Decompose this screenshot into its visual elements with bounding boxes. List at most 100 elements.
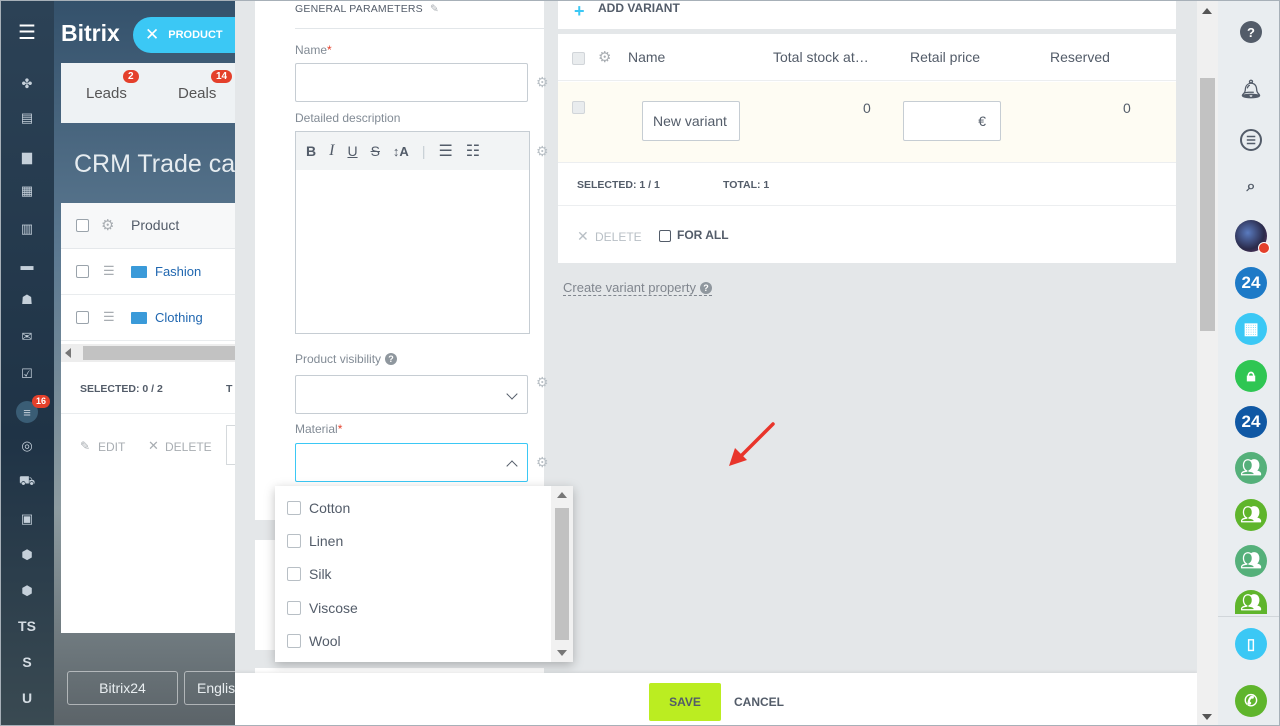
scroll-thumb[interactable] — [1200, 78, 1215, 331]
list-item[interactable]: Viscose — [287, 598, 358, 618]
save-button[interactable]: SAVE — [649, 683, 721, 721]
plus-icon[interactable]: + — [574, 1, 585, 22]
box-icon[interactable]: ⬢ — [18, 547, 36, 563]
help-icon[interactable]: ? — [385, 353, 398, 365]
nav-item-s[interactable]: S — [0, 654, 54, 670]
phone-call-icon[interactable]: ✆ — [1235, 685, 1267, 717]
footer-logo[interactable]: Bitrix24 — [67, 671, 178, 705]
group-icon[interactable]: 👥︎ — [1235, 590, 1267, 614]
tab-deals[interactable]: Deals — [178, 85, 216, 102]
column-total-stock[interactable]: Total stock at… — [773, 49, 869, 65]
pencil-icon[interactable]: ✎ — [430, 3, 439, 15]
tab-leads[interactable]: Leads — [86, 85, 127, 102]
scroll-thumb[interactable] — [555, 508, 569, 640]
scroll-down-icon[interactable] — [557, 650, 567, 656]
mail-icon[interactable]: ✉ — [18, 329, 36, 345]
package-icon[interactable]: ⬢ — [18, 583, 36, 599]
cancel-button[interactable]: CANCEL — [734, 695, 784, 709]
grid-delete-button[interactable]: DELETE — [165, 440, 212, 454]
numbered-list-icon[interactable]: ☰ — [438, 141, 452, 161]
nav-item-ts[interactable]: TS — [0, 618, 54, 634]
row-checkbox[interactable] — [76, 265, 89, 278]
table-row[interactable]: New variant 0 € 0 — [558, 82, 1176, 162]
bullet-list-icon[interactable]: ☷ — [466, 141, 480, 161]
help-icon[interactable]: ? — [699, 282, 712, 294]
scroll-down-icon[interactable] — [1202, 714, 1212, 720]
contacts-icon[interactable]: ☗ — [18, 292, 36, 308]
drag-handle-icon[interactable]: ☰ — [103, 309, 115, 325]
scroll-thumb[interactable] — [83, 346, 251, 360]
category-link[interactable]: Clothing — [155, 310, 203, 325]
horizontal-scrollbar[interactable] — [61, 344, 251, 362]
row-checkbox[interactable] — [76, 311, 89, 324]
underline-button[interactable]: U — [347, 143, 357, 159]
gear-icon[interactable]: ⚙ — [536, 144, 549, 158]
option-checkbox[interactable] — [287, 567, 301, 581]
gear-icon[interactable]: ⚙ — [598, 48, 611, 66]
messenger-icon[interactable]: ☰ — [1240, 129, 1262, 151]
drag-handle-icon[interactable]: ☰ — [103, 263, 115, 279]
checklist-icon[interactable]: ☑ — [18, 366, 36, 382]
create-variant-property-link[interactable]: Create variant property? — [563, 280, 712, 296]
variant-name-input[interactable]: New variant — [642, 101, 740, 141]
list-item[interactable]: Wool — [287, 631, 341, 651]
grid-settings-icon[interactable]: ⚙ — [101, 216, 114, 234]
italic-button[interactable]: I — [329, 142, 334, 160]
close-slider-button[interactable]: ✕ PRODUCT — [133, 17, 243, 53]
bitrix24-icon[interactable]: 24 — [1235, 406, 1267, 438]
font-size-button[interactable]: ↕A — [393, 144, 409, 159]
create-property-text[interactable]: Create variant property — [563, 280, 696, 295]
list-item[interactable]: Cotton — [287, 498, 350, 518]
page-scrollbar[interactable] — [1197, 0, 1218, 726]
strikethrough-button[interactable]: S — [371, 143, 380, 159]
select-all-checkbox[interactable] — [76, 219, 89, 232]
column-reserved[interactable]: Reserved — [1050, 49, 1110, 65]
nav-item-u[interactable]: U — [0, 690, 54, 706]
notifications-bell-icon[interactable]: 🔔︎ — [1240, 78, 1263, 100]
variants-delete-button[interactable]: DELETE — [595, 230, 642, 244]
option-checkbox[interactable] — [287, 501, 301, 515]
bold-button[interactable]: B — [306, 143, 316, 159]
column-retail-price[interactable]: Retail price — [910, 49, 980, 65]
group-icon[interactable]: 👥︎ — [1235, 499, 1267, 531]
column-name[interactable]: Name — [628, 49, 665, 65]
dropdown-scrollbar[interactable] — [551, 486, 573, 662]
search-icon[interactable]: ⌕ — [1240, 176, 1262, 198]
target-icon[interactable]: ◎ — [18, 438, 36, 454]
row-checkbox[interactable] — [572, 101, 585, 114]
group-icon[interactable]: 👥︎ — [1235, 452, 1267, 484]
scroll-left-icon[interactable] — [65, 348, 71, 358]
bitrix24-icon[interactable]: 24 — [1235, 267, 1267, 299]
calendar-icon[interactable]: ▦ — [1235, 313, 1267, 345]
documents-icon[interactable]: ▥ — [18, 221, 36, 237]
for-all-checkbox[interactable] — [659, 230, 671, 242]
scroll-up-icon[interactable] — [557, 492, 567, 498]
visibility-select[interactable] — [295, 375, 528, 414]
description-editor[interactable]: B I U S ↕A | ☰ ☷ — [295, 131, 530, 334]
table-row[interactable]: ☰ Clothing — [61, 295, 251, 341]
option-checkbox[interactable] — [287, 534, 301, 548]
add-variant-button[interactable]: ADD VARIANT — [598, 1, 680, 15]
option-checkbox[interactable] — [287, 634, 301, 648]
phone-transfer-icon[interactable]: ▯ — [1235, 628, 1267, 660]
table-row[interactable]: ☰ Fashion — [61, 249, 251, 295]
tasks-icon[interactable]: ▤ — [18, 110, 36, 126]
list-item[interactable]: Silk — [287, 564, 332, 584]
retail-price-input[interactable]: € — [903, 101, 1001, 141]
gear-icon[interactable]: ⚙ — [536, 455, 549, 469]
calendar-icon[interactable]: ▦ — [18, 183, 36, 199]
material-select[interactable] — [295, 443, 528, 482]
grid-edit-button[interactable]: EDIT — [98, 440, 125, 454]
name-field[interactable] — [295, 63, 528, 102]
category-link[interactable]: Fashion — [155, 264, 201, 279]
gear-icon[interactable]: ⚙ — [536, 375, 549, 389]
drive-icon[interactable]: ▬ — [18, 257, 36, 273]
list-item[interactable]: Linen — [287, 531, 343, 551]
group-icon[interactable]: 👥︎ — [1235, 545, 1267, 577]
chat-icon[interactable]: ▆ — [18, 149, 36, 165]
gear-icon[interactable]: ⚙ — [536, 75, 549, 89]
lock-icon[interactable]: 🔒︎ — [1235, 360, 1267, 392]
shop-cart-icon[interactable]: ⛟ — [18, 473, 36, 490]
hamburger-menu-icon[interactable]: ☰ — [18, 22, 36, 44]
id-card-icon[interactable]: ▣ — [18, 511, 36, 527]
